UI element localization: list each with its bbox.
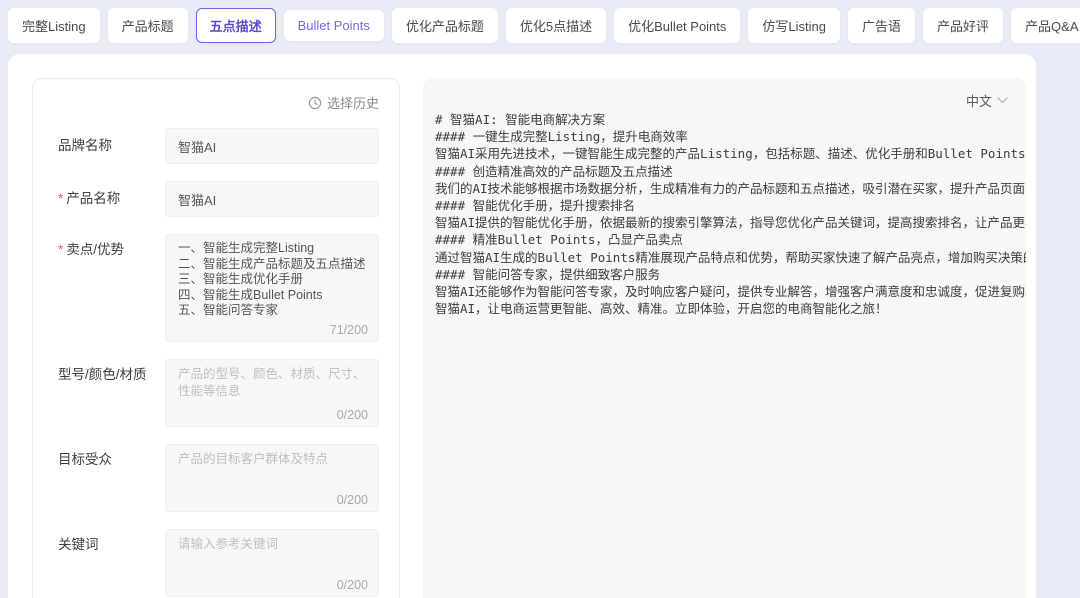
field-placeholder: 产品的型号、颜色、材质、尺寸、性能等信息 [178, 366, 366, 400]
brand-name-input[interactable]: 智猫AI [165, 128, 379, 164]
select-history-label: 选择历史 [327, 93, 379, 112]
target-audience-textarea[interactable]: 产品的目标客户群体及特点 0/200 [165, 444, 379, 512]
char-counter: 0/200 [337, 578, 368, 592]
field-label-selling-points: *卖点/优势 [58, 234, 165, 342]
input-form-panel: 选择历史 品牌名称智猫AI*产品名称智猫AI*卖点/优势一、智能生成完整List… [32, 78, 400, 598]
tab-五点描述[interactable]: 五点描述 [196, 8, 276, 43]
output-line: # 智猫AI: 智能电商解决方案 [435, 111, 1026, 128]
generated-listing-text: # 智猫AI: 智能电商解决方案#### 一键生成完整Listing，提升电商效… [435, 111, 1026, 317]
form-row-product-name: *产品名称智猫AI [58, 181, 379, 217]
field-label-text: 关键词 [58, 537, 99, 552]
tab-完整Listing[interactable]: 完整Listing [8, 8, 100, 43]
output-line: 智猫AI还能够作为智能问答专家，及时响应客户疑问，提供专业解答，增强客户满意度和… [435, 283, 1026, 300]
tab-Bullet Points[interactable]: Bullet Points [284, 10, 384, 41]
field-label-text: 品牌名称 [58, 138, 112, 153]
form-row-selling-points: *卖点/优势一、智能生成完整Listing 二、智能生成产品标题及五点描述 三、… [58, 234, 379, 342]
char-counter: 0/200 [337, 408, 368, 422]
field-placeholder: 请输入参考关键词 [178, 536, 366, 553]
output-line: 通过智猫AI生成的Bullet Points精准展现产品特点和优势，帮助买家快速… [435, 249, 1026, 266]
field-label-brand-name: 品牌名称 [58, 128, 165, 164]
main-card: 选择历史 品牌名称智猫AI*产品名称智猫AI*卖点/优势一、智能生成完整List… [8, 54, 1036, 598]
output-line: #### 智能问答专家，提供细致客户服务 [435, 266, 1026, 283]
tab-优化产品标题[interactable]: 优化产品标题 [392, 8, 498, 43]
output-line: 智猫AI采用先进技术，一键智能生成完整的产品Listing，包括标题、描述、优化… [435, 145, 1026, 162]
chevron-down-icon [997, 97, 1008, 104]
field-label-keywords: 关键词 [58, 529, 165, 597]
output-line: 我们的AI技术能够根据市场数据分析，生成精准有力的产品标题和五点描述，吸引潜在买… [435, 180, 1026, 197]
tab-广告语[interactable]: 广告语 [848, 8, 915, 43]
keywords-textarea[interactable]: 请输入参考关键词 0/200 [165, 529, 379, 597]
form-rows: 品牌名称智猫AI*产品名称智猫AI*卖点/优势一、智能生成完整Listing 二… [58, 128, 379, 597]
field-value: 一、智能生成完整Listing 二、智能生成产品标题及五点描述 三、智能生成优化… [178, 241, 366, 319]
field-label-target-audience: 目标受众 [58, 444, 165, 512]
form-row-model-color-material: 型号/颜色/材质 产品的型号、颜色、材质、尺寸、性能等信息 0/200 [58, 359, 379, 427]
output-line: #### 一键生成完整Listing，提升电商效率 [435, 128, 1026, 145]
output-line: 智猫AI提供的智能优化手册，依据最新的搜索引擎算法，指导您优化产品关键词，提高搜… [435, 214, 1026, 231]
field-placeholder: 产品的目标客户群体及特点 [178, 451, 366, 468]
form-row-target-audience: 目标受众 产品的目标客户群体及特点 0/200 [58, 444, 379, 512]
required-asterisk: * [58, 242, 63, 257]
required-asterisk: * [58, 191, 63, 206]
field-label-product-name: *产品名称 [58, 181, 165, 217]
feature-tabbar: 完整Listing产品标题五点描述 Bullet Points 优化产品标题优化5点… [8, 8, 1080, 43]
language-selected-label: 中文 [966, 91, 992, 110]
generated-output-panel: 中文 # 智猫AI: 智能电商解决方案#### 一键生成完整Listing，提升… [423, 78, 1026, 598]
form-row-brand-name: 品牌名称 智猫AI [58, 128, 379, 164]
field-value: 智猫AI [178, 190, 216, 209]
select-history-button[interactable]: 选择历史 [58, 93, 379, 112]
field-label-text: 卖点/优势 [66, 242, 124, 257]
tab-优化Bullet Points[interactable]: 优化Bullet Points [614, 8, 740, 43]
field-label-text: 产品名称 [66, 191, 120, 206]
tab-产品Q&A[interactable]: 产品Q&A [1011, 8, 1080, 43]
output-line: #### 精准Bullet Points，凸显产品卖点 [435, 231, 1026, 248]
tab-产品标题[interactable]: 产品标题 [108, 8, 188, 43]
product-name-input[interactable]: 智猫AI [165, 181, 379, 217]
language-selector[interactable]: 中文 [966, 91, 1008, 110]
form-row-keywords: 关键词 请输入参考关键词 0/200 [58, 529, 379, 597]
output-line: #### 创造精准高效的产品标题及五点描述 [435, 163, 1026, 180]
output-line: 智猫AI，让电商运营更智能、高效、精准。立即体验，开启您的电商智能化之旅！ [435, 300, 1026, 317]
field-label-text: 型号/颜色/材质 [58, 367, 147, 382]
char-counter: 0/200 [337, 493, 368, 507]
char-counter: 71/200 [330, 323, 368, 337]
field-value: 智猫AI [178, 137, 216, 156]
selling-points-textarea[interactable]: 一、智能生成完整Listing 二、智能生成产品标题及五点描述 三、智能生成优化… [165, 234, 379, 342]
tab-优化5点描述[interactable]: 优化5点描述 [506, 8, 606, 43]
field-label-text: 目标受众 [58, 452, 112, 467]
tab-产品好评[interactable]: 产品好评 [923, 8, 1003, 43]
clock-history-icon [308, 96, 322, 110]
output-line: #### 智能优化手册，提升搜索排名 [435, 197, 1026, 214]
tab-仿写Listing[interactable]: 仿写Listing [748, 8, 840, 43]
model-color-material-textarea[interactable]: 产品的型号、颜色、材质、尺寸、性能等信息 0/200 [165, 359, 379, 427]
field-label-model-color-material: 型号/颜色/材质 [58, 359, 165, 427]
